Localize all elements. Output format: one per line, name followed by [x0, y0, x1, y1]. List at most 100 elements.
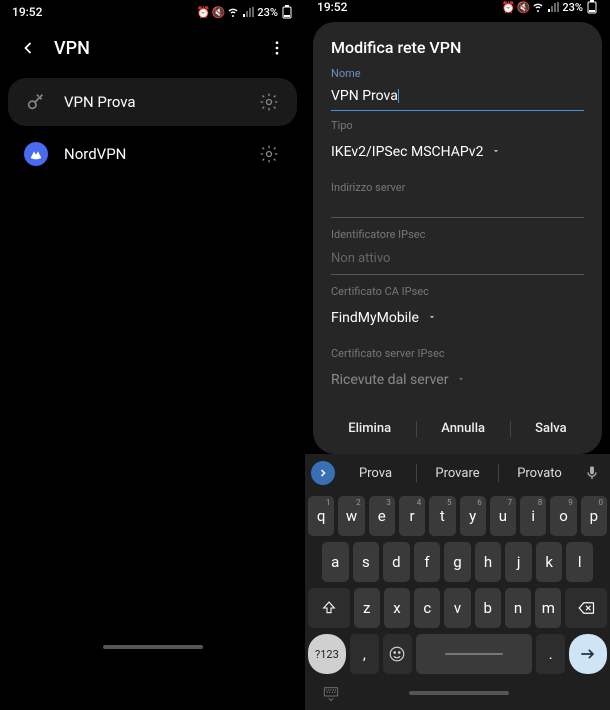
- mute-icon: 🔇: [212, 6, 224, 18]
- key-z[interactable]: z: [354, 588, 380, 628]
- vpn-list: VPN Prova NordVPN: [0, 70, 305, 190]
- status-time: 19:52: [12, 5, 42, 19]
- key-j[interactable]: j: [505, 542, 532, 582]
- delete-button[interactable]: Elimina: [338, 415, 401, 442]
- chevron-down-icon: [456, 372, 466, 388]
- server-cert-value: Ricevute dal server: [331, 372, 448, 388]
- status-icons: ⏰ 🔇 23%: [197, 6, 293, 19]
- key-a[interactable]: a: [322, 542, 349, 582]
- signal-icon: [242, 6, 254, 18]
- separator: [510, 421, 511, 437]
- key-x[interactable]: x: [384, 588, 410, 628]
- key-m[interactable]: m: [535, 588, 561, 628]
- server-cert-dropdown[interactable]: Ricevute dal server: [331, 364, 584, 395]
- key-v[interactable]: v: [444, 588, 470, 628]
- period-key[interactable]: .: [536, 634, 565, 674]
- wifi-icon: [532, 1, 544, 13]
- keyboard-bottom-bar: [305, 680, 610, 710]
- mic-icon[interactable]: [580, 461, 604, 485]
- separator: [416, 421, 417, 437]
- ipsec-id-input[interactable]: Non attivo: [331, 245, 584, 275]
- ca-label: Certificato CA IPsec: [331, 285, 584, 298]
- vpn-item-nordvpn[interactable]: NordVPN: [8, 130, 297, 178]
- nav-handle[interactable]: [409, 691, 509, 695]
- emoji-key[interactable]: [383, 634, 412, 674]
- save-button[interactable]: Salva: [525, 415, 577, 442]
- modal-buttons: Elimina Annulla Salva: [331, 409, 584, 442]
- key-k[interactable]: k: [536, 542, 563, 582]
- keyboard-collapse-icon[interactable]: [321, 683, 341, 703]
- suggestion-bar: Prova Provare Provato: [305, 454, 610, 492]
- status-time: 19:52: [317, 0, 347, 14]
- server-input[interactable]: [331, 198, 584, 218]
- key-t[interactable]: t5: [429, 496, 455, 536]
- key-p[interactable]: p0: [581, 496, 607, 536]
- key-u[interactable]: u7: [490, 496, 516, 536]
- wifi-icon: [227, 6, 239, 18]
- alarm-icon: ⏰: [197, 6, 209, 18]
- key-w[interactable]: w2: [338, 496, 364, 536]
- expand-toolbar-button[interactable]: [311, 461, 335, 485]
- suggestion-1[interactable]: Prova: [339, 460, 412, 487]
- key-q[interactable]: q1: [308, 496, 334, 536]
- separator: [498, 464, 499, 482]
- vpn-list-screen: 19:52 ⏰ 🔇 23% VPN: [0, 0, 305, 655]
- vpn-item-prova[interactable]: VPN Prova: [8, 78, 297, 126]
- nav-handle[interactable]: [103, 645, 203, 649]
- suggestion-2[interactable]: Provare: [421, 460, 494, 487]
- server-label: Indirizzo server: [331, 181, 584, 194]
- gear-icon[interactable]: [257, 90, 281, 114]
- back-button[interactable]: [16, 36, 40, 60]
- space-key[interactable]: [416, 634, 532, 674]
- keyboard-keys: q1w2e3r4t5y6u7i8o9p0 asdfghjkl zxcvbnm ?…: [305, 492, 610, 680]
- key-c[interactable]: c: [414, 588, 440, 628]
- type-value: IKEv2/IPSec MSCHAPv2: [331, 144, 483, 160]
- key-l[interactable]: l: [566, 542, 593, 582]
- ca-dropdown[interactable]: FindMyMobile: [331, 302, 584, 333]
- battery-icon: [586, 1, 598, 13]
- type-dropdown[interactable]: IKEv2/IPSec MSCHAPv2: [331, 136, 584, 167]
- keyboard: Prova Provare Provato q1w2e3r4t5y6u7i8o9…: [305, 454, 610, 710]
- status-icons: ⏰ 🔇 23%: [502, 1, 598, 14]
- key-d[interactable]: d: [383, 542, 410, 582]
- key-r[interactable]: r4: [399, 496, 425, 536]
- key-h[interactable]: h: [475, 542, 502, 582]
- suggestion-3[interactable]: Provato: [503, 460, 576, 487]
- name-label: Nome: [331, 67, 584, 80]
- key-e[interactable]: e3: [369, 496, 395, 536]
- more-button[interactable]: [265, 36, 289, 60]
- status-bar: 19:52 ⏰ 🔇 23%: [305, 0, 610, 14]
- modal-title: Modifica rete VPN: [331, 38, 584, 57]
- alarm-icon: ⏰: [502, 1, 514, 13]
- nordvpn-icon: [24, 142, 48, 166]
- ca-value: FindMyMobile: [331, 310, 419, 326]
- cancel-button[interactable]: Annulla: [431, 415, 495, 442]
- page-title: VPN: [54, 38, 251, 59]
- backspace-key[interactable]: [565, 588, 607, 628]
- key-i[interactable]: i8: [520, 496, 546, 536]
- key-n[interactable]: n: [505, 588, 531, 628]
- key-y[interactable]: y6: [460, 496, 486, 536]
- status-bar: 19:52 ⏰ 🔇 23%: [0, 0, 305, 24]
- vpn-item-label: NordVPN: [64, 145, 241, 163]
- edit-vpn-modal: Modifica rete VPN Nome VPN Prova Tipo IK…: [313, 22, 602, 454]
- symbols-key[interactable]: ?123: [308, 634, 346, 674]
- key-b[interactable]: b: [475, 588, 501, 628]
- battery-percent: 23%: [562, 1, 583, 14]
- chevron-down-icon: [491, 144, 501, 160]
- page-header: VPN: [0, 24, 305, 70]
- enter-key[interactable]: [569, 634, 607, 674]
- vpn-edit-screen: 19:52 ⏰ 🔇 23% Modifica rete VPN Nome VPN…: [305, 0, 610, 655]
- shift-key[interactable]: [308, 588, 350, 628]
- key-s[interactable]: s: [353, 542, 380, 582]
- comma-key[interactable]: ,: [350, 634, 379, 674]
- separator: [416, 464, 417, 482]
- name-input[interactable]: VPN Prova: [331, 84, 584, 111]
- mute-icon: 🔇: [517, 1, 529, 13]
- key-g[interactable]: g: [444, 542, 471, 582]
- gear-icon[interactable]: [257, 142, 281, 166]
- key-f[interactable]: f: [414, 542, 441, 582]
- key-o[interactable]: o9: [550, 496, 576, 536]
- chevron-down-icon: [427, 310, 437, 326]
- server-cert-label: Certificato server IPsec: [331, 347, 584, 360]
